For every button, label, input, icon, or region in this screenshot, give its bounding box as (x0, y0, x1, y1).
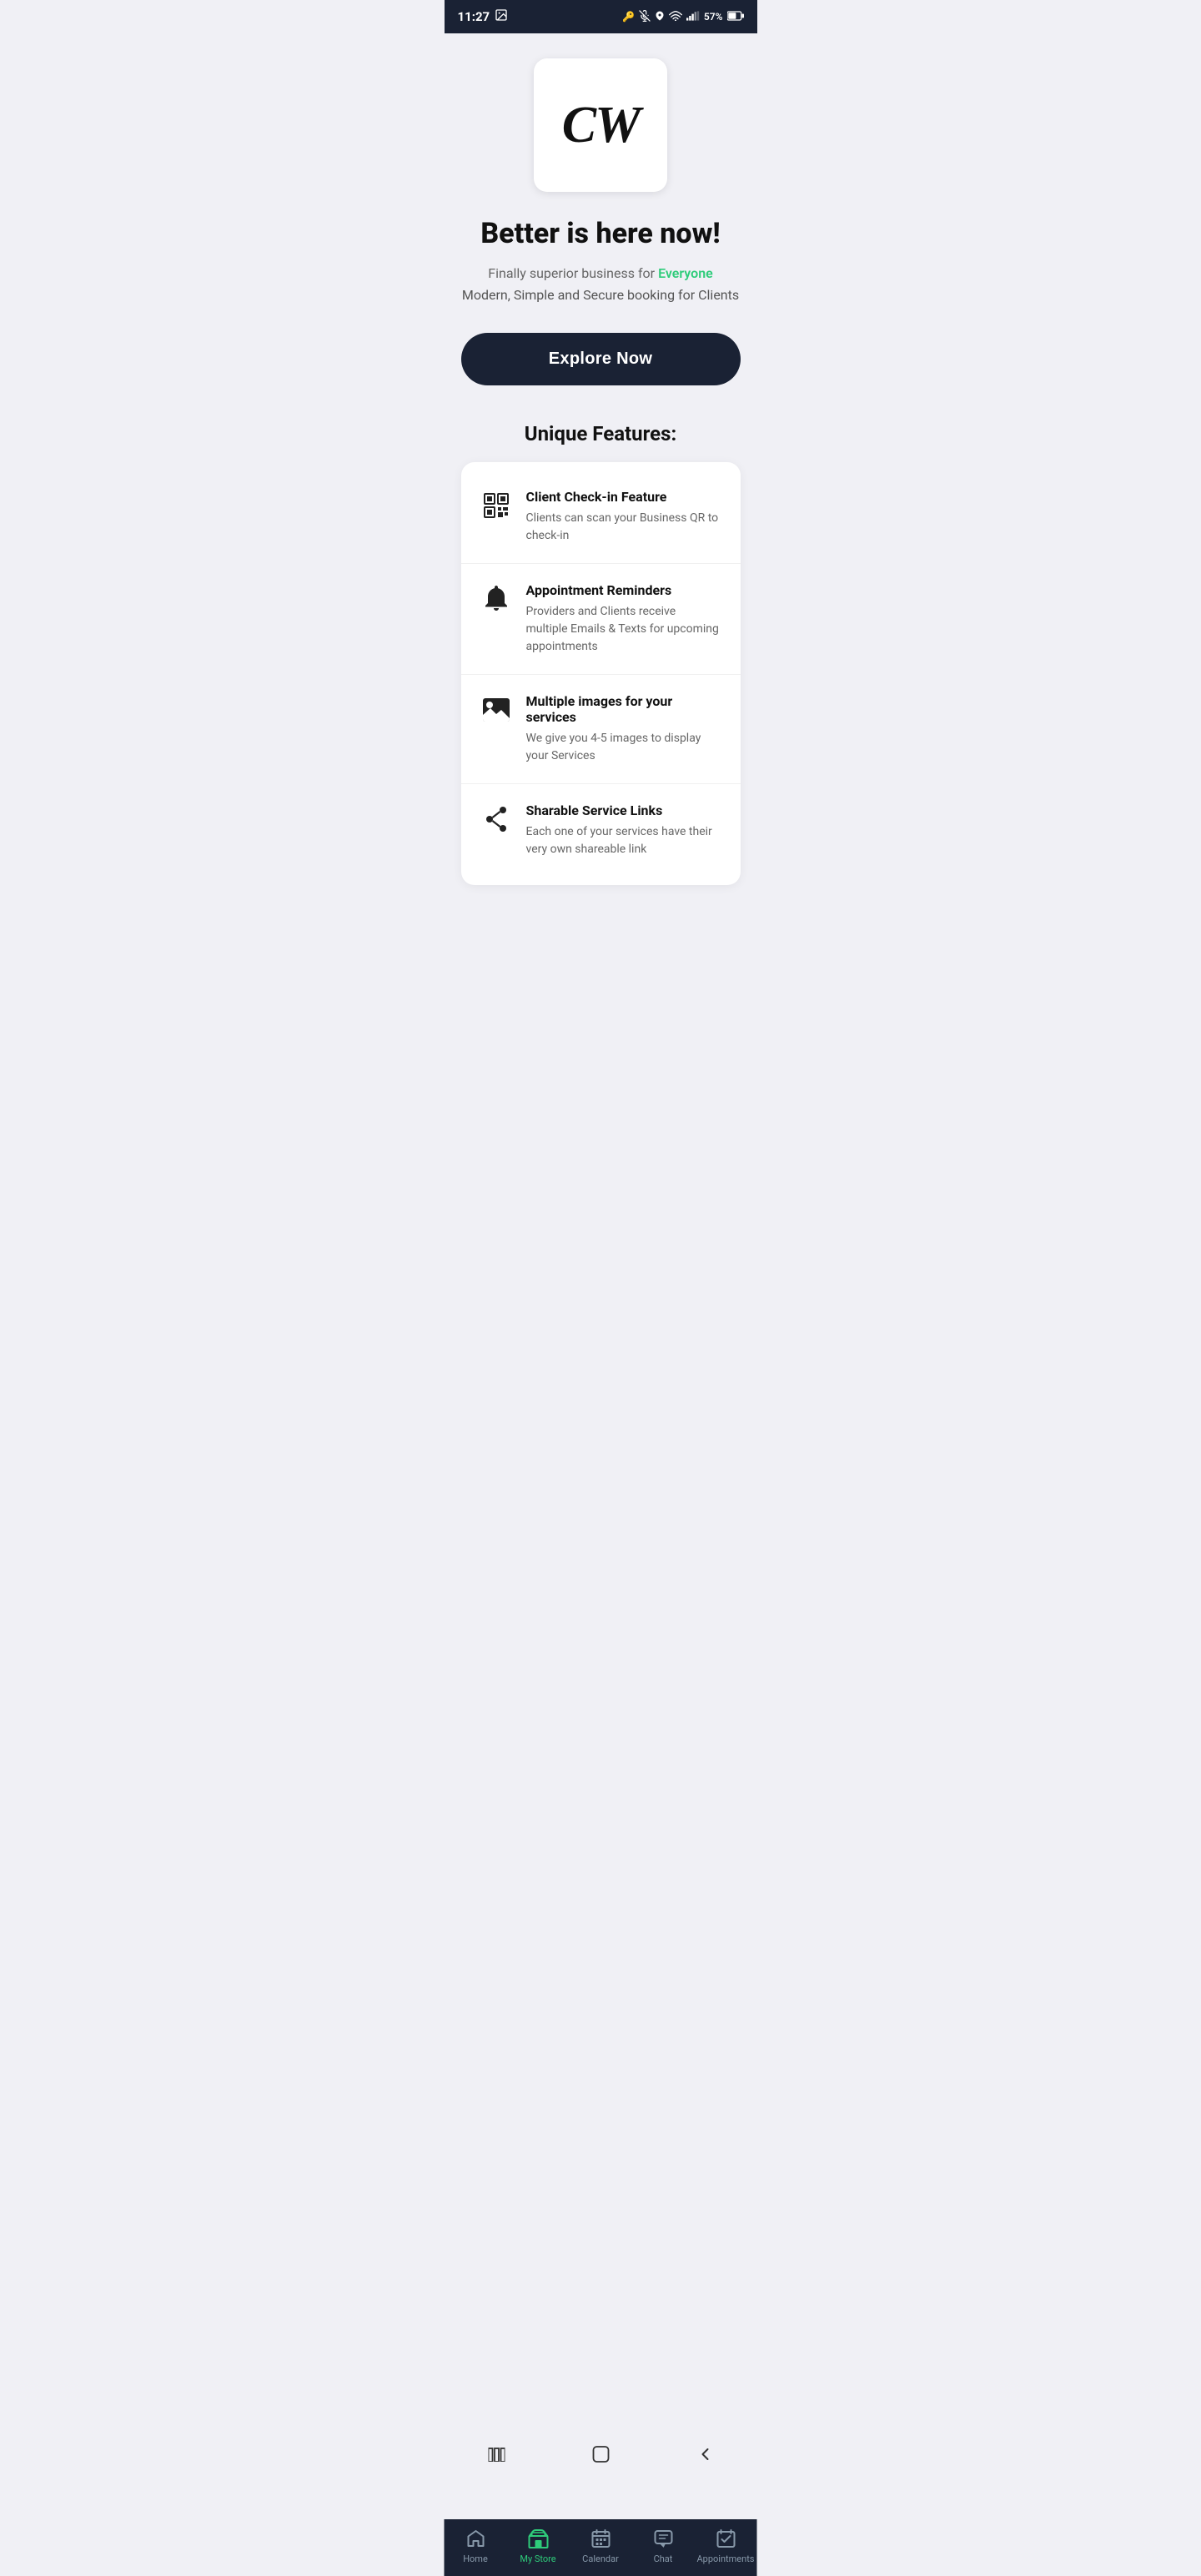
store-icon (527, 2528, 549, 2549)
home-icon (465, 2528, 486, 2549)
status-icons: 🔑 (622, 10, 744, 24)
status-time: 11:27 (458, 9, 490, 24)
feature-checkin-desc: Clients can scan your Business QR to che… (526, 510, 721, 545)
nav-item-mystore[interactable]: My Store (507, 2528, 570, 2564)
feature-checkin-content: Client Check-in Feature Clients can scan… (526, 489, 721, 545)
subtitle-accent: Everyone (658, 265, 713, 281)
features-card: Client Check-in Feature Clients can scan… (461, 462, 741, 885)
mute-icon (639, 10, 651, 24)
feature-checkin-title: Client Check-in Feature (526, 489, 721, 505)
feature-reminders-desc: Providers and Clients receive multiple E… (526, 603, 721, 656)
share-icon (481, 804, 511, 834)
main-content: CW Better is here now! Finally superior … (445, 33, 757, 1019)
system-nav (445, 2439, 757, 2476)
feature-images-title: Multiple images for your services (526, 693, 721, 725)
nav-label-calendar: Calendar (582, 2553, 619, 2564)
nav-item-home[interactable]: Home (445, 2528, 507, 2564)
chat-icon (652, 2528, 674, 2549)
calendar-icon (590, 2528, 611, 2549)
features-section-title: Unique Features: (525, 422, 676, 445)
bottom-nav: Home My Store (445, 2519, 757, 2576)
subtitle-part1: Finally superior business for (488, 265, 658, 281)
nav-item-chat[interactable]: Chat (632, 2528, 695, 2564)
back-button[interactable] (692, 2442, 717, 2467)
feature-links-desc: Each one of your services have their ver… (526, 823, 721, 858)
hero-subtitle-2: Modern, Simple and Secure booking for Cl… (462, 287, 739, 303)
feature-images: Multiple images for your services We giv… (461, 675, 741, 784)
nav-label-appointments: Appointments (697, 2553, 755, 2564)
gallery-icon (495, 8, 508, 25)
explore-now-button[interactable]: Explore Now (461, 333, 741, 385)
recent-apps-button[interactable] (484, 2442, 509, 2467)
feature-reminders: Appointment Reminders Providers and Clie… (461, 564, 741, 675)
signal-icon (686, 11, 700, 23)
key-icon: 🔑 (622, 11, 635, 23)
feature-reminders-content: Appointment Reminders Providers and Clie… (526, 582, 721, 656)
wifi-icon (669, 11, 682, 23)
feature-checkin: Client Check-in Feature Clients can scan… (461, 470, 741, 564)
feature-links-title: Sharable Service Links (526, 802, 721, 818)
home-button[interactable] (588, 2442, 613, 2467)
feature-links: Sharable Service Links Each one of your … (461, 784, 741, 877)
nav-label-home: Home (463, 2553, 488, 2564)
nav-item-calendar[interactable]: Calendar (570, 2528, 632, 2564)
logo-text: CW (562, 99, 639, 151)
feature-images-desc: We give you 4-5 images to display your S… (526, 730, 721, 765)
nav-item-appointments[interactable]: Appointments (695, 2528, 757, 2564)
battery-text: 57% (704, 11, 723, 23)
hero-subtitle: Finally superior business for Everyone (488, 263, 712, 284)
battery-icon (727, 11, 744, 23)
nav-label-chat: Chat (654, 2553, 673, 2564)
nav-label-mystore: My Store (520, 2553, 555, 2564)
feature-reminders-title: Appointment Reminders (526, 582, 721, 598)
status-bar: 11:27 🔑 (445, 0, 757, 33)
bell-icon (481, 584, 511, 614)
hero-title: Better is here now! (480, 217, 720, 251)
location-icon (655, 10, 665, 24)
qr-code-icon (481, 491, 511, 521)
app-logo: CW (534, 58, 667, 192)
feature-links-content: Sharable Service Links Each one of your … (526, 802, 721, 858)
feature-images-content: Multiple images for your services We giv… (526, 693, 721, 765)
image-icon (481, 695, 511, 725)
appointments-icon (715, 2528, 736, 2549)
